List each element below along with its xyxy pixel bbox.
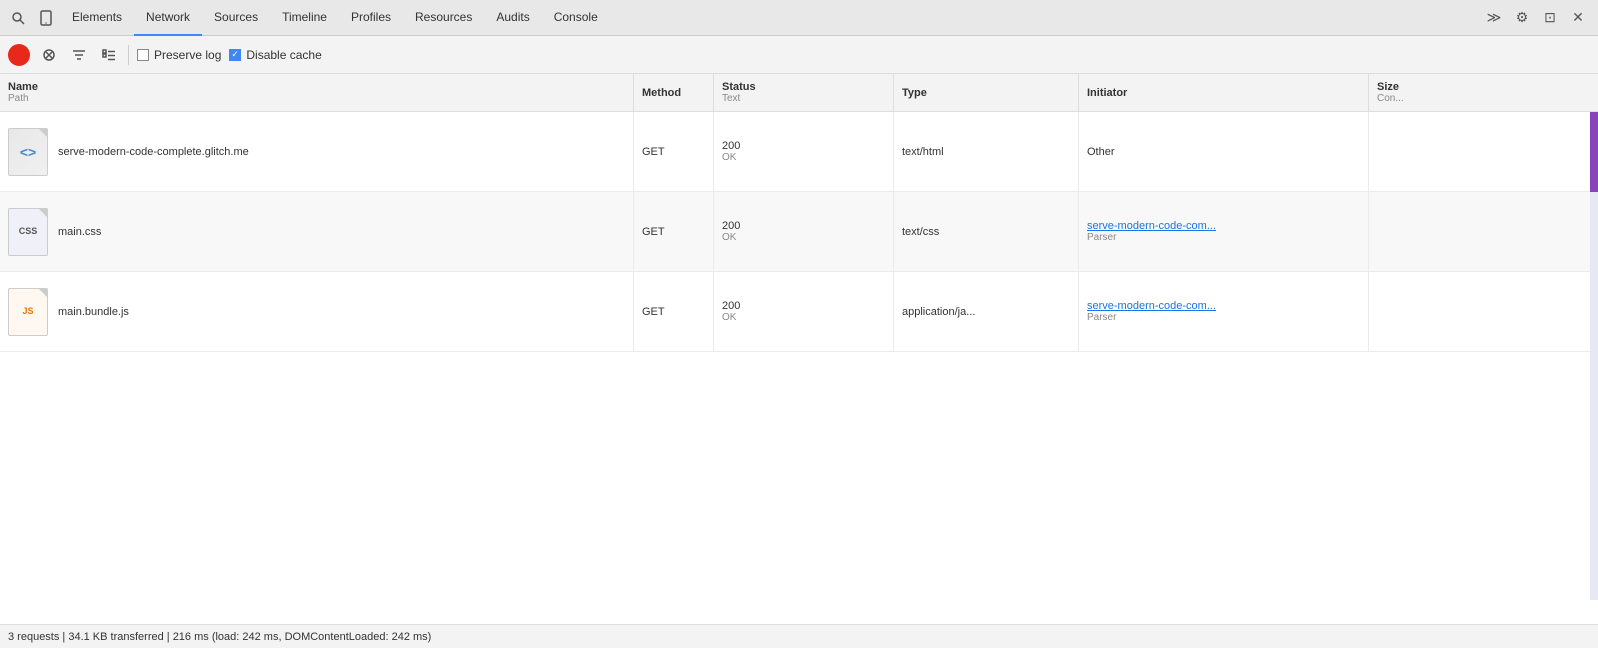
preserve-log-label[interactable]: Preserve log bbox=[137, 48, 221, 62]
tab-timeline[interactable]: Timeline bbox=[270, 0, 339, 36]
cell-initiator-3: serve-modern-code-com... Parser bbox=[1079, 272, 1369, 351]
cell-method-3: GET bbox=[634, 272, 714, 351]
status-bar: 3 requests | 34.1 KB transferred | 216 m… bbox=[0, 624, 1598, 648]
cell-type-2: text/css bbox=[894, 192, 1079, 271]
cell-status-1: 200 OK bbox=[714, 112, 894, 191]
table-row[interactable]: JS main.bundle.js GET 200 OK application… bbox=[0, 272, 1598, 352]
preserve-log-checkbox[interactable] bbox=[137, 49, 149, 61]
cell-method-2: GET bbox=[634, 192, 714, 271]
tab-network[interactable]: Network bbox=[134, 0, 202, 36]
cell-method-1: GET bbox=[634, 112, 714, 191]
cell-status-2: 200 OK bbox=[714, 192, 894, 271]
cell-type-1: text/html bbox=[894, 112, 1079, 191]
disable-cache-checkbox[interactable] bbox=[229, 49, 241, 61]
cell-initiator-2: serve-modern-code-com... Parser bbox=[1079, 192, 1369, 271]
cell-size-1 bbox=[1369, 112, 1449, 191]
cell-size-3 bbox=[1369, 272, 1449, 351]
tab-profiles[interactable]: Profiles bbox=[339, 0, 403, 36]
nav-right-icons: ≫ ⚙ ⊡ ✕ bbox=[1482, 6, 1590, 30]
list-view-icon[interactable] bbox=[98, 44, 120, 66]
tab-resources[interactable]: Resources bbox=[403, 0, 484, 36]
clear-button[interactable] bbox=[38, 44, 60, 66]
cell-name-1: <> serve-modern-code-complete.glitch.me bbox=[0, 112, 634, 191]
header-status[interactable]: Status Text bbox=[714, 74, 894, 111]
scrollbar-thumb[interactable] bbox=[1590, 112, 1598, 192]
cell-status-3: 200 OK bbox=[714, 272, 894, 351]
header-size[interactable]: Size Con... bbox=[1369, 74, 1449, 111]
tab-audits[interactable]: Audits bbox=[484, 0, 541, 36]
execute-icon[interactable]: ≫ bbox=[1482, 6, 1506, 30]
search-icon[interactable] bbox=[4, 4, 32, 32]
table-body: <> serve-modern-code-complete.glitch.me … bbox=[0, 112, 1598, 624]
device-icon[interactable] bbox=[32, 4, 60, 32]
disable-cache-label[interactable]: Disable cache bbox=[229, 48, 321, 62]
header-name[interactable]: Name Path bbox=[0, 74, 634, 111]
file-icon-css: CSS bbox=[8, 208, 48, 256]
cell-type-3: application/ja... bbox=[894, 272, 1079, 351]
cell-name-3: JS main.bundle.js bbox=[0, 272, 634, 351]
scrollbar-track bbox=[1590, 112, 1598, 600]
header-method[interactable]: Method bbox=[634, 74, 714, 111]
network-table: Name Path Method Status Text Type Initia… bbox=[0, 74, 1598, 624]
network-toolbar: Preserve log Disable cache bbox=[0, 36, 1598, 74]
cell-size-2 bbox=[1369, 192, 1449, 271]
file-icon-js: JS bbox=[8, 288, 48, 336]
settings-icon[interactable]: ⚙ bbox=[1510, 6, 1534, 30]
table-row[interactable]: CSS main.css GET 200 OK text/css serve-m… bbox=[0, 192, 1598, 272]
toolbar-separator bbox=[128, 45, 129, 65]
header-type[interactable]: Type bbox=[894, 74, 1079, 111]
top-nav: Elements Network Sources Timeline Profil… bbox=[0, 0, 1598, 36]
close-icon[interactable]: ✕ bbox=[1566, 6, 1590, 30]
cell-name-2: CSS main.css bbox=[0, 192, 634, 271]
tab-elements[interactable]: Elements bbox=[60, 0, 134, 36]
filter-icon[interactable] bbox=[68, 44, 90, 66]
tab-console[interactable]: Console bbox=[542, 0, 610, 36]
tab-sources[interactable]: Sources bbox=[202, 0, 270, 36]
cell-initiator-1: Other bbox=[1079, 112, 1369, 191]
dock-icon[interactable]: ⊡ bbox=[1538, 6, 1562, 30]
table-header: Name Path Method Status Text Type Initia… bbox=[0, 74, 1598, 112]
table-row[interactable]: <> serve-modern-code-complete.glitch.me … bbox=[0, 112, 1598, 192]
file-icon-html: <> bbox=[8, 128, 48, 176]
record-button[interactable] bbox=[8, 44, 30, 66]
header-initiator[interactable]: Initiator bbox=[1079, 74, 1369, 111]
